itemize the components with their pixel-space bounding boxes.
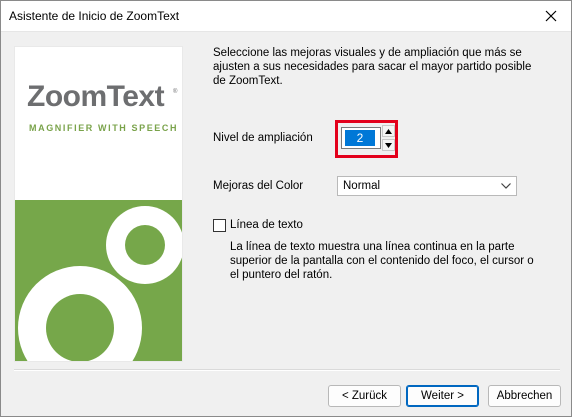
cancel-button[interactable]: Abbrechen	[488, 385, 561, 407]
logo-trademark: ®	[173, 89, 178, 95]
magnification-spinner-input[interactable]: 2	[341, 127, 381, 149]
magnification-value: 2	[345, 130, 375, 146]
window-title: Asistente de Inicio de ZoomText	[9, 9, 180, 23]
logo-wordmark: ZoomText	[27, 80, 165, 113]
rings-graphic	[18, 206, 182, 361]
text-line-checkbox[interactable]	[213, 219, 226, 232]
intro-text: Seleccione las mejoras visuales y de amp…	[213, 47, 532, 87]
close-icon	[545, 10, 557, 22]
color-label: Mejoras del Color	[213, 180, 304, 192]
next-button[interactable]: Weiter >	[406, 385, 479, 407]
title-bar: Asistente de Inicio de ZoomText	[1, 1, 571, 32]
color-selected-value: Normal	[343, 180, 381, 192]
chevron-down-icon	[501, 183, 511, 189]
text-line-label[interactable]: Línea de texto	[230, 219, 303, 231]
back-button[interactable]: < Zurück	[328, 385, 401, 407]
spin-up-button[interactable]	[382, 125, 395, 137]
color-enhancement-dropdown[interactable]: Normal	[337, 176, 517, 196]
logo-graphic	[15, 200, 182, 361]
spin-down-button[interactable]	[382, 139, 395, 151]
zoomtext-logo-panel: ZoomText ® MAGNIFIER WITH SPEECH	[14, 46, 183, 362]
magnification-spinner	[382, 125, 395, 151]
magnification-label: Nivel de ampliación	[213, 132, 313, 144]
arrow-up-icon	[385, 128, 392, 134]
zoomtext-startup-wizard-dialog: Asistente de Inicio de ZoomText ZoomText…	[0, 0, 572, 417]
footer-divider	[14, 369, 560, 371]
arrow-down-icon	[385, 142, 392, 148]
text-line-description: La línea de texto muestra una línea cont…	[230, 241, 534, 281]
close-button[interactable]	[537, 5, 565, 27]
logo-tagline: MAGNIFIER WITH SPEECH	[29, 123, 179, 133]
